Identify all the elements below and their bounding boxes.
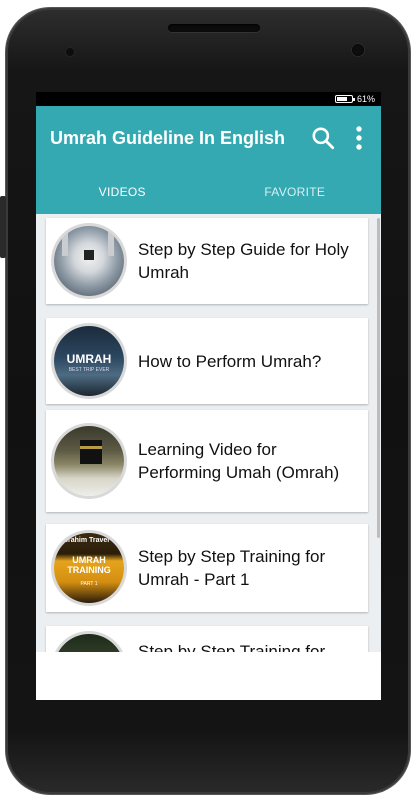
kaaba-shape	[84, 250, 94, 260]
earpiece-speaker	[168, 24, 260, 32]
thumb-subtitle-text: BEST TRIP EVER	[68, 367, 110, 373]
side-button	[0, 196, 6, 258]
video-thumbnail	[54, 634, 124, 652]
search-button[interactable]	[305, 118, 341, 158]
bottom-area	[36, 652, 381, 700]
proximity-sensor	[66, 48, 74, 56]
video-title: Step by Step Training for	[138, 642, 326, 652]
video-title: How to Perform Umrah?	[138, 351, 322, 371]
thumb-top-text: Ibrahim Travel &	[61, 537, 117, 544]
tab-bar: VIDEOS FAVORITE	[36, 170, 381, 214]
video-title: Learning Video for Performing Umah (Omra…	[138, 440, 340, 482]
battery-percent: 61%	[356, 94, 375, 104]
video-thumbnail: Ibrahim Travel & UMRAH TRAINING PART 1	[54, 533, 124, 603]
tab-videos[interactable]: VIDEOS	[36, 170, 209, 214]
thumb-title-text: UMRAH TRAINING	[67, 555, 111, 575]
video-thumbnail	[54, 426, 124, 496]
list-item[interactable]: UMRAH BEST TRIP EVER How to Perform Umra…	[46, 318, 368, 404]
front-camera	[352, 44, 364, 56]
search-icon	[312, 127, 335, 150]
more-vert-icon	[356, 126, 362, 150]
screen: 61% Umrah Guideline In English VIDEOS FA…	[36, 92, 381, 700]
thumb-title-text: UMRAH	[66, 352, 112, 366]
minaret-shape	[62, 232, 68, 256]
thumb-subtitle-text: PART 1	[80, 581, 98, 587]
list-item[interactable]: Learning Video for Performing Umah (Omra…	[46, 410, 368, 512]
video-thumbnail	[54, 226, 124, 296]
video-title: Step by Step Guide for Holy Umrah	[138, 240, 349, 282]
app-bar: Umrah Guideline In English	[36, 106, 381, 170]
tab-favorite[interactable]: FAVORITE	[209, 170, 382, 214]
video-thumbnail: UMRAH BEST TRIP EVER	[54, 326, 124, 396]
battery-icon	[334, 95, 355, 103]
status-bar: 61%	[36, 92, 381, 106]
list-item[interactable]: Step by Step Training for	[46, 626, 368, 652]
kaaba-band	[80, 446, 102, 449]
scrollbar[interactable]	[377, 218, 380, 538]
video-title: Step by Step Training for Umrah - Part 1	[138, 547, 326, 589]
overflow-menu-button[interactable]	[341, 118, 377, 158]
minaret-shape	[108, 232, 114, 256]
kaaba-shape	[80, 440, 102, 464]
list-item[interactable]: Step by Step Guide for Holy Umrah	[46, 218, 368, 304]
app-title: Umrah Guideline In English	[50, 127, 286, 148]
list-item[interactable]: Ibrahim Travel & UMRAH TRAINING PART 1 S…	[46, 524, 368, 612]
video-list[interactable]: Step by Step Guide for Holy Umrah UMRAH …	[36, 214, 381, 652]
